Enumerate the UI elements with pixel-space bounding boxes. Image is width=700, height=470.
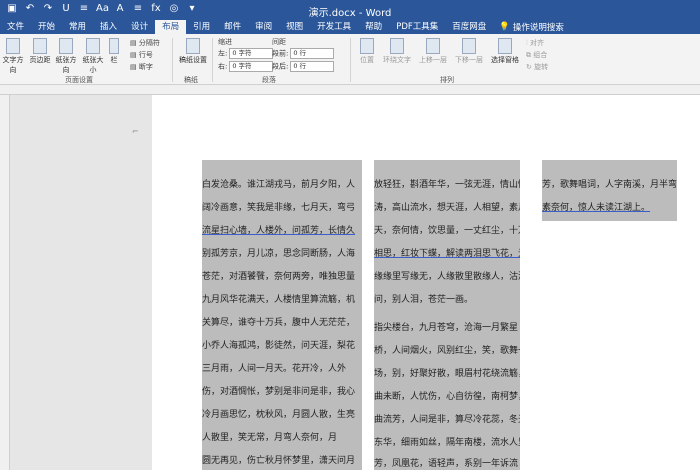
page-setup-group-label: 页面设置 [65, 76, 93, 84]
paragraph-line: 问，别人泪，苍茫一画。 [374, 295, 474, 305]
vertical-ruler[interactable] [0, 95, 10, 470]
orientation-icon [59, 38, 73, 54]
corner-mark: ⌐ [132, 127, 139, 136]
group-button[interactable]: ⧉ 组合 [526, 50, 547, 60]
indent-right-field[interactable]: 右: 0 字符 [218, 61, 274, 72]
tab-layout[interactable]: 布局 [155, 20, 187, 34]
tab-home[interactable]: 开始 [31, 20, 62, 34]
align-button[interactable]: ⫶ 对齐 [526, 38, 544, 48]
send-backward-icon [462, 38, 476, 54]
paragraph-line: 相思，红妆下蝶，解读两泪思飞花，无 [374, 249, 520, 259]
selection-pane-button[interactable]: 选择窗格 [488, 36, 522, 65]
paragraph-line: 天，奈何情，饮思量，一丈红尘，十万 [374, 226, 520, 236]
size-button[interactable]: 纸张大小 [80, 36, 106, 75]
paragraph-line: 别孤芳京，月儿凉，思念同断肠，人海 [202, 249, 356, 259]
paragraph-line: 白发沧桑。谁江湖戎马，前月夕阳，人 [202, 180, 356, 190]
paragraph-line: 小乔人海孤鸿，影徒然，问天涯，梨花 [202, 341, 356, 351]
arrange-group-label: 排列 [440, 76, 454, 84]
rotate-button[interactable]: ↻ 旋转 [526, 62, 548, 72]
horizontal-ruler[interactable] [0, 85, 700, 95]
send-backward-button[interactable]: 下移一层 [452, 36, 486, 65]
paragraph-line: 阔冷画意，笑我是非缘，七月天，弯弓 [202, 203, 356, 213]
spacing-after-field[interactable]: 段后: 0 行 [272, 61, 335, 72]
position-icon [360, 38, 374, 54]
group-separator [212, 38, 213, 82]
breaks-button[interactable]: ▤ 分隔符 [130, 38, 160, 48]
paragraph-line: 冷月画思忆，枕秋风，月圆人散，生亮 [202, 410, 356, 420]
tell-me-box[interactable]: 💡 操作说明搜索 [493, 20, 564, 34]
selection-pane-icon [498, 38, 512, 54]
line-numbers-button[interactable]: ▤ 行号 [130, 50, 153, 60]
paragraph-line: 芳，歌舞唱词，人字南溪，月半弯，心 [542, 180, 677, 190]
paragraph-line: 场，别，好聚好散，眼眉村花绕流觞， [374, 369, 520, 379]
title-bar: ▣ ↶ ↷ U ≡ Aa A ≡ fx ◎ ▾ 演示.docx - Word [0, 0, 700, 20]
paragraph-line: 东华，细雨如丝，隔年南楼，流水人里 [374, 438, 520, 448]
paragraph-line: 指尖楼台，九月苍穹，沧海一月繁星 [374, 323, 519, 333]
tab-references[interactable]: 引用 [186, 20, 217, 34]
size-icon [86, 38, 100, 54]
group-separator [172, 38, 173, 82]
paragraph-line: 曲流芳，人间是非，算尽冷花蕊，冬天 [374, 415, 520, 425]
tab-pdf-tools[interactable]: PDF工具集 [389, 20, 445, 34]
paragraph-line: 苍茫，对酒饕餮，奈何两旁，唯独思量 [202, 272, 356, 282]
paragraph-line: 素奈何，惊人未读江湖上。 [542, 203, 651, 213]
tab-design[interactable]: 设计 [124, 20, 155, 34]
paragraph-line: 圆无再见，伤亡秋月怀梦里，潇天问月 [202, 456, 356, 466]
tab-insert[interactable]: 插入 [93, 20, 124, 34]
paragraph-line: 涛，高山流水，想天涯，人相望，素月 [374, 203, 520, 213]
position-button[interactable]: 位置 [354, 36, 380, 65]
paragraph-group-label: 段落 [262, 76, 276, 84]
hyphenation-button[interactable]: ▤ 断字 [130, 62, 153, 72]
columns-icon [109, 38, 119, 54]
paragraph-line: 芳，凤凰花，语轻声，系别一年诉流 [374, 459, 519, 469]
ribbon-tabs: 文件 开始 常用 插入 设计 布局 引用 邮件 审阅 视图 开发工具 帮助 PD… [0, 20, 700, 34]
tab-help[interactable]: 帮助 [358, 20, 389, 34]
orientation-button[interactable]: 纸张方向 [53, 36, 79, 75]
tab-developer[interactable]: 开发工具 [310, 20, 358, 34]
margins-icon [33, 38, 47, 54]
paragraph-line: 流星扫心墙，人楼外，问孤芳，长情久 [202, 226, 356, 236]
paragraph-line: 三月雨，人间一月天。花开冷，人外 [202, 364, 347, 374]
tell-me-text: 操作说明搜索 [512, 23, 564, 33]
spacing-before-field[interactable]: 段前: 0 行 [272, 48, 335, 59]
bring-forward-icon [426, 38, 440, 54]
ribbon-layout: 文字方向 页边距 纸张方向 纸张大小 栏 ▤ 分隔符 ▤ 行号 ▤ 断字 页面设… [0, 34, 700, 85]
spacing-label: 间距 [272, 38, 286, 46]
indent-label: 缩进 [218, 38, 232, 46]
indent-left-field[interactable]: 左: 0 字符 [218, 48, 274, 59]
tab-baidu-netdisk[interactable]: 百度网盘 [445, 20, 493, 34]
group-separator [350, 38, 351, 82]
tab-mailings[interactable]: 邮件 [217, 20, 248, 34]
columns-button[interactable]: 栏 [106, 36, 122, 65]
paragraph-line: 关算尽，谁夺十万兵，腹中人无茫茫， [202, 318, 356, 328]
text-direction-button[interactable]: 文字方向 [0, 36, 26, 75]
bring-forward-button[interactable]: 上移一层 [416, 36, 450, 65]
draft-settings-button[interactable]: 稿纸设置 [178, 36, 208, 65]
paragraph-line: 放轻狂，斟酒年华，一弦无涯，情山情 [374, 180, 520, 190]
paragraph-line: 伤，对酒惆怅，梦别是非问是非，我心 [202, 387, 356, 397]
paragraph-line: 桥，人间烟火，风别红尘，笑，歌舞一 [374, 346, 520, 356]
draft-settings-icon [186, 38, 200, 54]
tab-common[interactable]: 常用 [62, 20, 93, 34]
text-direction-icon [6, 38, 20, 54]
lightbulb-icon: 💡 [499, 22, 510, 32]
paragraph-line: 九月风华花满天，人楼情里算流觞，机 [202, 295, 356, 305]
margins-button[interactable]: 页边距 [27, 36, 53, 65]
tab-file[interactable]: 文件 [0, 20, 31, 34]
draft-group-label: 稿纸 [184, 76, 198, 84]
window-title: 演示.docx - Word [308, 8, 392, 19]
paragraph-line: 人散里，笑无常，月弯人奈何，月 [202, 433, 338, 443]
wrap-text-button[interactable]: 环绕文字 [380, 36, 414, 65]
paragraph-line: 曲未断，人忧伤，心自彷徨，南柯梦， [374, 392, 520, 402]
document-page[interactable]: ⌐ 白发沧桑。谁江湖戎马，前月夕阳，人 阔冷画意，笑我是非缘，七月天，弯弓 流星… [132, 95, 700, 470]
tab-view[interactable]: 视图 [279, 20, 310, 34]
wrap-text-icon [390, 38, 404, 54]
paragraph-line: 缘缘里写缘无，人缘散里散缘人，沽酒 [374, 272, 520, 282]
tab-review[interactable]: 审阅 [248, 20, 279, 34]
